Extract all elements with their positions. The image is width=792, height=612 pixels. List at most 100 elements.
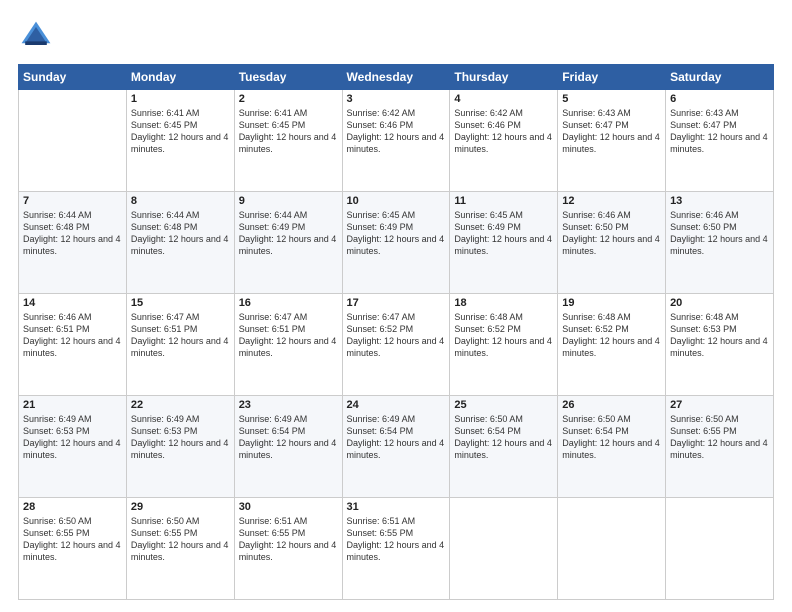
- calendar-cell: 9 Sunrise: 6:44 AM Sunset: 6:49 PM Daylig…: [234, 192, 342, 294]
- day-number: 15: [131, 297, 230, 309]
- day-number: 16: [239, 297, 338, 309]
- weekday-header-tuesday: Tuesday: [234, 65, 342, 90]
- logo-icon: [18, 18, 54, 54]
- calendar-cell: 31 Sunrise: 6:51 AM Sunset: 6:55 PM Dayli…: [342, 498, 450, 600]
- header: [18, 18, 774, 54]
- week-row-3: 14 Sunrise: 6:46 AM Sunset: 6:51 PM Dayli…: [19, 294, 774, 396]
- day-info: Sunrise: 6:50 AM Sunset: 6:55 PM Dayligh…: [670, 413, 769, 462]
- calendar-cell: 17 Sunrise: 6:47 AM Sunset: 6:52 PM Dayli…: [342, 294, 450, 396]
- calendar-cell: 11 Sunrise: 6:45 AM Sunset: 6:49 PM Dayli…: [450, 192, 558, 294]
- day-number: 6: [670, 93, 769, 105]
- calendar-cell: 18Sunrise: 6:48 AM Sunset: 6:52 PM Dayli…: [450, 294, 558, 396]
- day-number: 17: [347, 297, 446, 309]
- day-number: 20: [670, 297, 769, 309]
- weekday-header-monday: Monday: [126, 65, 234, 90]
- day-number: 31: [347, 501, 446, 513]
- calendar-cell: 10Sunrise: 6:45 AM Sunset: 6:49 PM Dayli…: [342, 192, 450, 294]
- calendar-cell: [19, 90, 127, 192]
- day-number: 23: [239, 399, 338, 411]
- day-info: Sunrise: 6:43 AM Sunset: 6:47 PM Dayligh…: [670, 107, 769, 156]
- day-info: Sunrise: 6:49 AM Sunset: 6:53 PM Dayligh…: [131, 413, 230, 462]
- calendar-cell: 14 Sunrise: 6:46 AM Sunset: 6:51 PM Dayli…: [19, 294, 127, 396]
- week-row-1: 1 Sunrise: 6:41 AM Sunset: 6:45 PM Daylig…: [19, 90, 774, 192]
- calendar-cell: [666, 498, 774, 600]
- calendar-cell: 28Sunrise: 6:50 AM Sunset: 6:55 PM Dayli…: [19, 498, 127, 600]
- day-number: 29: [131, 501, 230, 513]
- day-number: 24: [347, 399, 446, 411]
- calendar-cell: 20 Sunrise: 6:48 AM Sunset: 6:53 PM Dayli…: [666, 294, 774, 396]
- calendar: SundayMondayTuesdayWednesdayThursdayFrid…: [18, 64, 774, 600]
- weekday-header-friday: Friday: [558, 65, 666, 90]
- calendar-cell: [558, 498, 666, 600]
- day-info: Sunrise: 6:44 AM Sunset: 6:49 PM Dayligh…: [239, 209, 338, 258]
- calendar-cell: 6 Sunrise: 6:43 AM Sunset: 6:47 PM Daylig…: [666, 90, 774, 192]
- day-info: Sunrise: 6:43 AM Sunset: 6:47 PM Dayligh…: [562, 107, 661, 156]
- calendar-cell: 12 Sunrise: 6:46 AM Sunset: 6:50 PM Dayli…: [558, 192, 666, 294]
- day-info: Sunrise: 6:50 AM Sunset: 6:55 PM Dayligh…: [131, 515, 230, 564]
- calendar-cell: 23 Sunrise: 6:49 AM Sunset: 6:54 PM Dayli…: [234, 396, 342, 498]
- day-info: Sunrise: 6:44 AM Sunset: 6:48 PM Dayligh…: [23, 209, 122, 258]
- day-info: Sunrise: 6:48 AM Sunset: 6:53 PM Dayligh…: [670, 311, 769, 360]
- calendar-cell: 24 Sunrise: 6:49 AM Sunset: 6:54 PM Dayli…: [342, 396, 450, 498]
- calendar-cell: 22 Sunrise: 6:49 AM Sunset: 6:53 PM Dayli…: [126, 396, 234, 498]
- logo: [18, 18, 58, 54]
- day-number: 14: [23, 297, 122, 309]
- day-info: Sunrise: 6:49 AM Sunset: 6:53 PM Dayligh…: [23, 413, 122, 462]
- day-info: Sunrise: 6:46 AM Sunset: 6:51 PM Dayligh…: [23, 311, 122, 360]
- calendar-cell: 3 Sunrise: 6:42 AM Sunset: 6:46 PM Daylig…: [342, 90, 450, 192]
- day-number: 3: [347, 93, 446, 105]
- day-info: Sunrise: 6:41 AM Sunset: 6:45 PM Dayligh…: [239, 107, 338, 156]
- day-number: 11: [454, 195, 553, 207]
- calendar-cell: 7 Sunrise: 6:44 AM Sunset: 6:48 PM Daylig…: [19, 192, 127, 294]
- day-number: 12: [562, 195, 661, 207]
- calendar-cell: 2 Sunrise: 6:41 AM Sunset: 6:45 PM Daylig…: [234, 90, 342, 192]
- weekday-header-saturday: Saturday: [666, 65, 774, 90]
- calendar-cell: 19Sunrise: 6:48 AM Sunset: 6:52 PM Dayli…: [558, 294, 666, 396]
- day-number: 9: [239, 195, 338, 207]
- calendar-cell: 29 Sunrise: 6:50 AM Sunset: 6:55 PM Dayli…: [126, 498, 234, 600]
- day-number: 10: [347, 195, 446, 207]
- week-row-2: 7 Sunrise: 6:44 AM Sunset: 6:48 PM Daylig…: [19, 192, 774, 294]
- day-info: Sunrise: 6:46 AM Sunset: 6:50 PM Dayligh…: [562, 209, 661, 258]
- day-number: 22: [131, 399, 230, 411]
- day-info: Sunrise: 6:50 AM Sunset: 6:55 PM Dayligh…: [23, 515, 122, 564]
- day-info: Sunrise: 6:51 AM Sunset: 6:55 PM Dayligh…: [239, 515, 338, 564]
- calendar-cell: 26 Sunrise: 6:50 AM Sunset: 6:54 PM Dayli…: [558, 396, 666, 498]
- day-number: 27: [670, 399, 769, 411]
- day-info: Sunrise: 6:51 AM Sunset: 6:55 PM Dayligh…: [347, 515, 446, 564]
- day-info: Sunrise: 6:42 AM Sunset: 6:46 PM Dayligh…: [347, 107, 446, 156]
- calendar-cell: 15 Sunrise: 6:47 AM Sunset: 6:51 PM Dayli…: [126, 294, 234, 396]
- calendar-cell: 13Sunrise: 6:46 AM Sunset: 6:50 PM Dayli…: [666, 192, 774, 294]
- weekday-header-thursday: Thursday: [450, 65, 558, 90]
- day-number: 26: [562, 399, 661, 411]
- day-info: Sunrise: 6:41 AM Sunset: 6:45 PM Dayligh…: [131, 107, 230, 156]
- day-number: 2: [239, 93, 338, 105]
- weekday-header-sunday: Sunday: [19, 65, 127, 90]
- day-info: Sunrise: 6:50 AM Sunset: 6:54 PM Dayligh…: [562, 413, 661, 462]
- day-number: 4: [454, 93, 553, 105]
- day-info: Sunrise: 6:49 AM Sunset: 6:54 PM Dayligh…: [239, 413, 338, 462]
- week-row-5: 28Sunrise: 6:50 AM Sunset: 6:55 PM Dayli…: [19, 498, 774, 600]
- day-number: 5: [562, 93, 661, 105]
- day-number: 25: [454, 399, 553, 411]
- calendar-cell: 5 Sunrise: 6:43 AM Sunset: 6:47 PM Daylig…: [558, 90, 666, 192]
- day-number: 30: [239, 501, 338, 513]
- week-row-4: 21 Sunrise: 6:49 AM Sunset: 6:53 PM Dayli…: [19, 396, 774, 498]
- day-number: 7: [23, 195, 122, 207]
- day-info: Sunrise: 6:42 AM Sunset: 6:46 PM Dayligh…: [454, 107, 553, 156]
- weekday-header-wednesday: Wednesday: [342, 65, 450, 90]
- day-number: 8: [131, 195, 230, 207]
- day-info: Sunrise: 6:47 AM Sunset: 6:51 PM Dayligh…: [131, 311, 230, 360]
- day-info: Sunrise: 6:45 AM Sunset: 6:49 PM Dayligh…: [454, 209, 553, 258]
- day-info: Sunrise: 6:48 AM Sunset: 6:52 PM Dayligh…: [454, 311, 553, 360]
- calendar-cell: 8Sunrise: 6:44 AM Sunset: 6:48 PM Daylig…: [126, 192, 234, 294]
- day-number: 1: [131, 93, 230, 105]
- calendar-cell: 16Sunrise: 6:47 AM Sunset: 6:51 PM Dayli…: [234, 294, 342, 396]
- day-info: Sunrise: 6:49 AM Sunset: 6:54 PM Dayligh…: [347, 413, 446, 462]
- day-info: Sunrise: 6:47 AM Sunset: 6:52 PM Dayligh…: [347, 311, 446, 360]
- calendar-cell: 4 Sunrise: 6:42 AM Sunset: 6:46 PM Daylig…: [450, 90, 558, 192]
- day-info: Sunrise: 6:46 AM Sunset: 6:50 PM Dayligh…: [670, 209, 769, 258]
- calendar-cell: 21 Sunrise: 6:49 AM Sunset: 6:53 PM Dayli…: [19, 396, 127, 498]
- calendar-cell: [450, 498, 558, 600]
- day-number: 21: [23, 399, 122, 411]
